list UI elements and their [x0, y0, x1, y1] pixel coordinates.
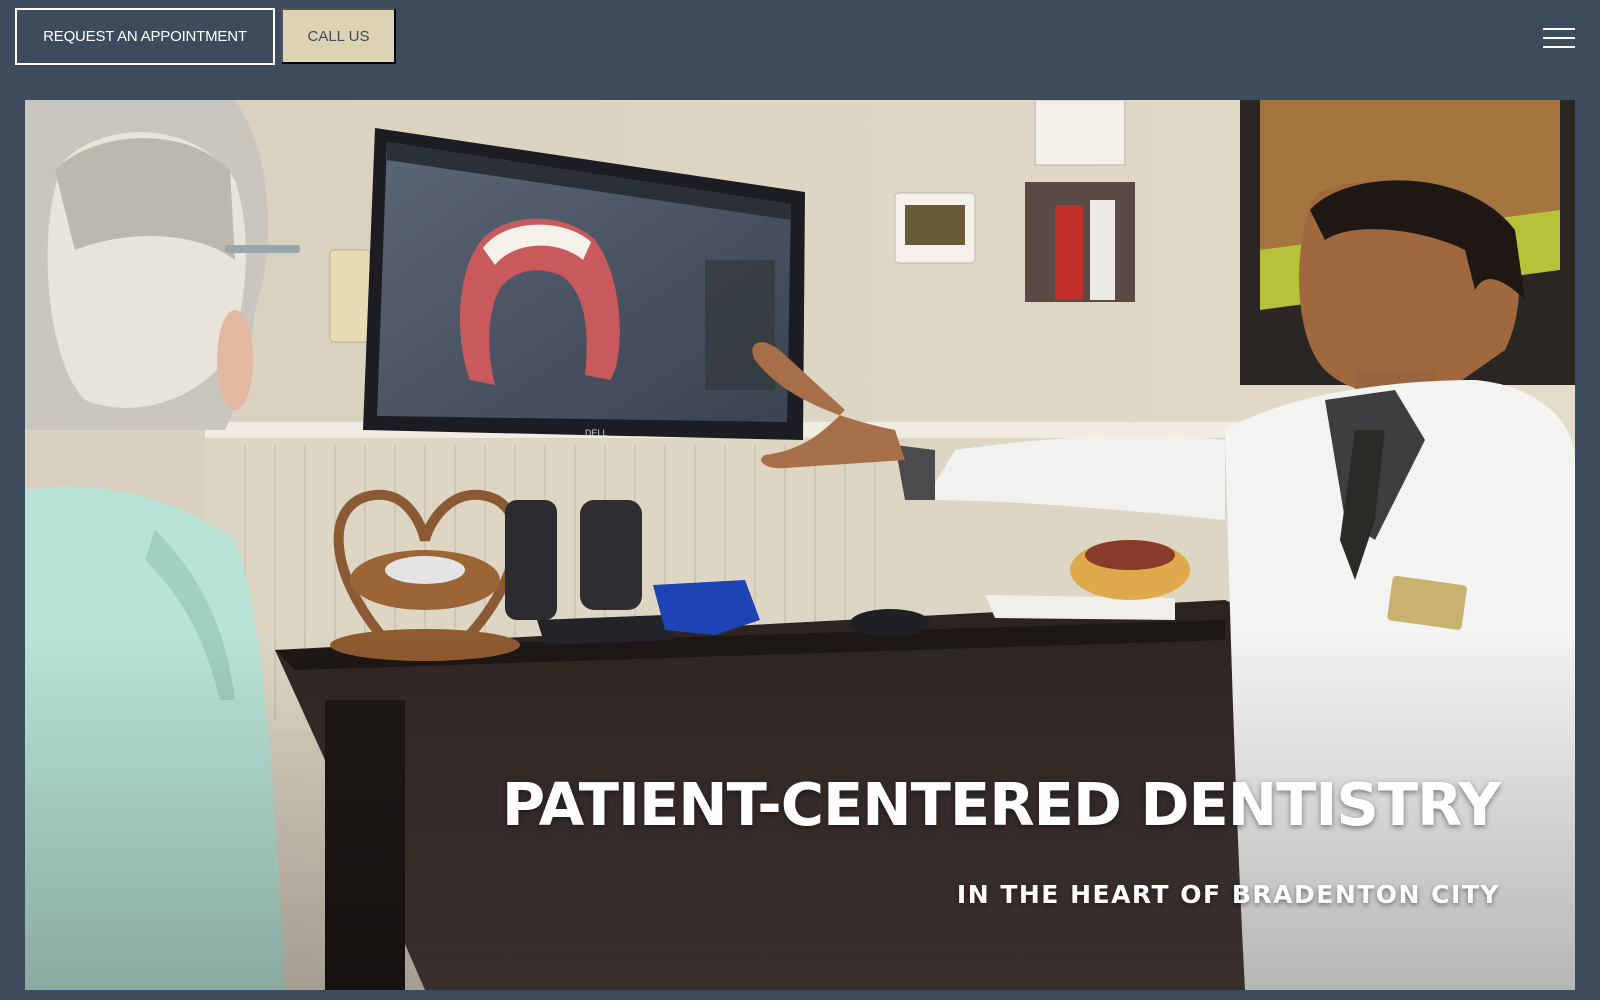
- top-navigation-bar: REQUEST AN APPOINTMENT CALL US: [0, 0, 1600, 74]
- hero-title: PATIENT-CENTERED DENTISTRY: [501, 770, 1501, 839]
- request-appointment-button[interactable]: REQUEST AN APPOINTMENT: [15, 8, 275, 65]
- call-us-button[interactable]: CALL US: [281, 8, 396, 64]
- hero-subtitle: IN THE HEART OF BRADENTON CITY: [956, 880, 1500, 909]
- hamburger-menu-icon[interactable]: [1543, 26, 1579, 50]
- hero-photo: DELL: [25, 100, 1575, 990]
- hero-banner: DELL: [25, 100, 1575, 990]
